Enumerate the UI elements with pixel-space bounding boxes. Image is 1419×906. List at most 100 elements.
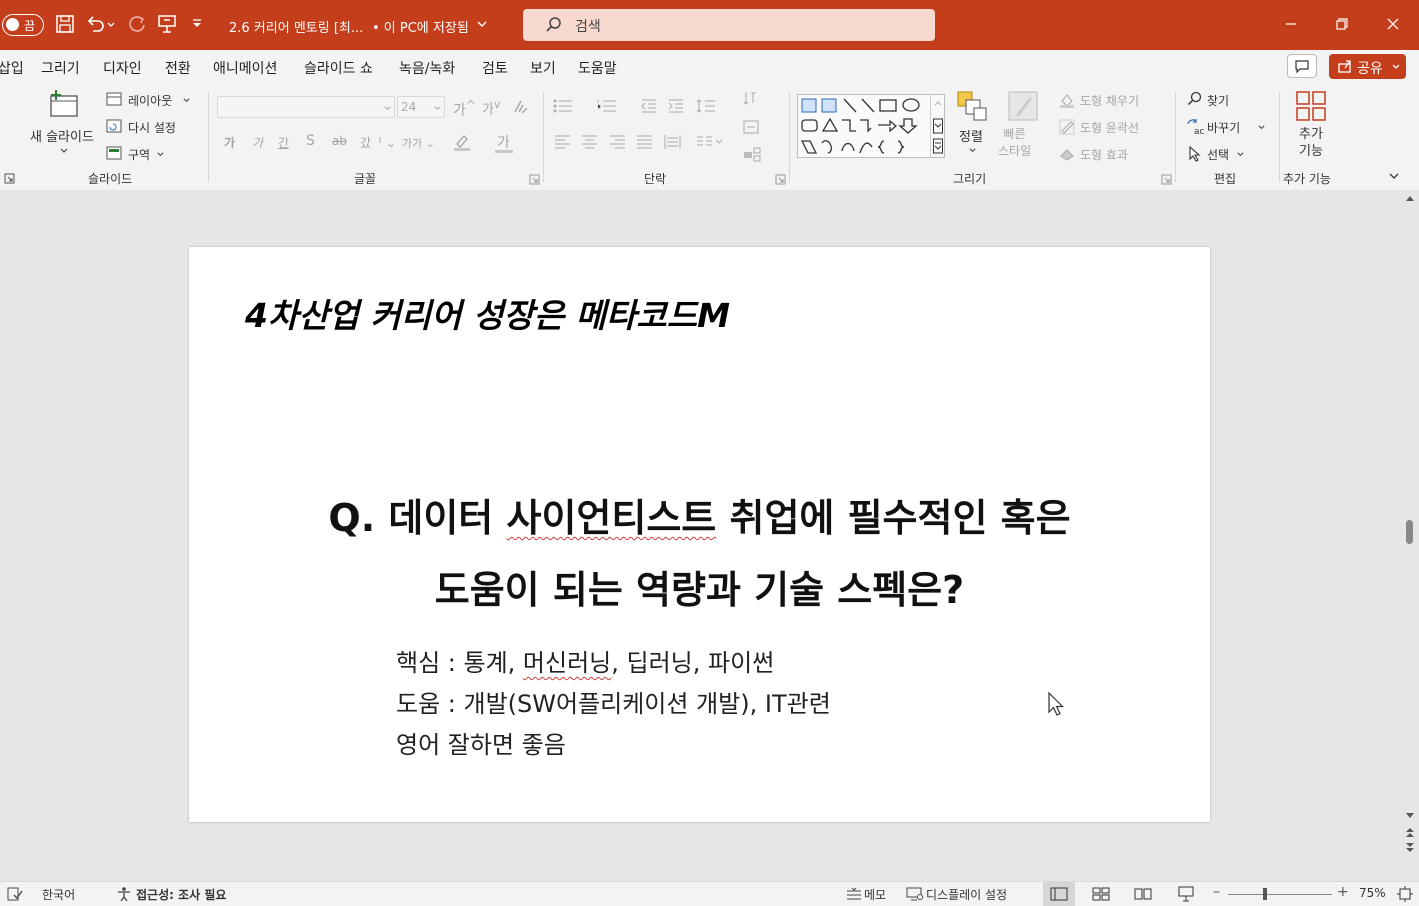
text-direction-icon[interactable] [742, 90, 770, 108]
question-line-1[interactable]: Q. 데이터 사이언티스트 취업에 필수적인 혹은 [189, 487, 1210, 542]
notes-icon[interactable] [846, 887, 862, 901]
zoom-in-button[interactable]: + [1337, 884, 1349, 900]
shape-fill-label[interactable]: 도형 채우기 [1080, 92, 1139, 109]
font-color-icon[interactable]: 가 [497, 132, 510, 152]
dialog-launcher-icon[interactable] [4, 173, 15, 184]
numbering-icon[interactable] [596, 98, 618, 114]
bullets-icon[interactable] [552, 98, 574, 114]
text-shadow-icon[interactable]: S [306, 133, 315, 149]
italic-icon[interactable]: 가 [252, 134, 263, 151]
question-line-2[interactable]: 도움이 되는 역량과 기술 스펙은? [189, 559, 1210, 614]
font-name-combo[interactable] [217, 96, 395, 118]
search-box[interactable]: 검색 [523, 9, 935, 41]
scroll-up-icon[interactable] [1405, 194, 1415, 204]
autosave-toggle[interactable]: 끔 [2, 14, 44, 36]
tab-slide-show[interactable]: 슬라이드 쇼 [304, 58, 373, 78]
notes-button[interactable]: 메모 [864, 886, 886, 903]
change-case-icon[interactable]: 가가 ⌄ [402, 135, 435, 151]
next-slide-icon[interactable] [1404, 842, 1416, 854]
shapes-gallery[interactable] [797, 94, 945, 158]
body-line-help[interactable]: 도움 : 개발(SW어플리케이션 개발), IT관련 [396, 684, 831, 719]
replace-button[interactable]: 바꾸기 [1207, 119, 1240, 136]
align-text-icon[interactable] [742, 118, 770, 136]
zoom-out-button[interactable]: – [1213, 884, 1220, 900]
shape-effects-icon[interactable] [1059, 146, 1075, 162]
layout-dropdown-icon[interactable] [182, 96, 191, 105]
customize-toolbar-icon[interactable] [190, 13, 204, 35]
slide[interactable]: 4차산업 커리어 성장은 메타코드M Q. 데이터 사이언티스트 취업에 필수적… [189, 247, 1210, 822]
reset-button[interactable]: 다시 설정 [128, 119, 176, 136]
select-button[interactable]: 선택 [1207, 146, 1229, 163]
display-settings-button[interactable]: 디스플레이 설정 [926, 886, 1007, 903]
language-status[interactable]: 한국어 [42, 886, 75, 903]
shape-effects-label[interactable]: 도형 효과 [1080, 146, 1128, 163]
smartart-icon[interactable] [742, 146, 770, 164]
vertical-scrollbar[interactable] [1401, 190, 1419, 881]
undo-dropdown-icon[interactable] [106, 13, 116, 35]
restore-icon[interactable] [1330, 12, 1354, 36]
clear-formatting-icon[interactable] [511, 98, 529, 116]
fit-to-window-icon[interactable] [1397, 886, 1413, 902]
tab-insert[interactable]: 삽입 [0, 58, 24, 78]
previous-slide-icon[interactable] [1404, 826, 1416, 838]
normal-view-icon[interactable] [1050, 887, 1068, 901]
body-line-english[interactable]: 영어 잘하면 좋음 [396, 725, 566, 760]
font-dialog-launcher-icon[interactable] [529, 174, 540, 185]
line-spacing-icon[interactable] [695, 98, 723, 114]
accessibility-status[interactable]: 접근성: 조사 필요 [136, 886, 226, 903]
gallery-scroll[interactable] [930, 95, 945, 157]
grow-font-icon[interactable]: 가^ [453, 98, 476, 120]
align-left-icon[interactable] [554, 134, 572, 150]
bold-icon[interactable]: 가 [224, 134, 235, 151]
strikethrough-icon[interactable]: ab [332, 134, 347, 148]
justify-icon[interactable] [636, 134, 654, 150]
paragraph-dialog-launcher-icon[interactable] [775, 174, 786, 185]
undo-icon[interactable] [84, 13, 106, 35]
shape-outline-label[interactable]: 도형 윤곽선 [1080, 119, 1139, 136]
chevron-down-icon[interactable] [476, 18, 488, 30]
new-slide-label[interactable]: 새 슬라이드 [30, 126, 94, 145]
save-icon[interactable] [54, 13, 76, 35]
find-icon[interactable] [1187, 91, 1203, 107]
zoom-slider-thumb[interactable] [1263, 888, 1267, 900]
add-ins-button[interactable]: 추가 기능 [1299, 126, 1323, 160]
reading-view-icon[interactable] [1134, 887, 1152, 901]
replace-dropdown-icon[interactable] [1257, 123, 1266, 132]
find-button[interactable]: 찾기 [1207, 92, 1229, 109]
shape-outline-icon[interactable] [1059, 119, 1075, 135]
display-settings-icon[interactable] [906, 887, 924, 901]
quick-styles-label[interactable]: 빠른 스타일 [998, 126, 1031, 160]
shape-fill-icon[interactable] [1059, 92, 1075, 108]
zoom-slider[interactable] [1228, 894, 1332, 895]
body-line-core[interactable]: 핵심 : 통계, 머신러닝, 딥러닝, 파이썬 [396, 643, 774, 678]
spelling-check-icon[interactable] [7, 887, 23, 901]
add-ins-icon[interactable] [1295, 90, 1327, 122]
character-spacing-icon[interactable]: 갔ᅵ ⌄ [360, 134, 396, 151]
highlight-icon[interactable] [452, 132, 472, 152]
slide-header-text[interactable]: 4차산업 커리어 성장은 메타코드M [245, 289, 730, 337]
columns-icon[interactable] [696, 134, 724, 150]
redo-icon[interactable] [126, 13, 148, 35]
arrange-label[interactable]: 정렬 [959, 126, 983, 145]
zoom-level[interactable]: 75% [1359, 886, 1386, 900]
slide-show-icon[interactable] [1177, 886, 1195, 902]
select-dropdown-icon[interactable] [1236, 150, 1245, 159]
replace-icon[interactable]: ac [1186, 118, 1204, 136]
tab-draw[interactable]: 그리기 [41, 58, 80, 78]
scroll-thumb[interactable] [1406, 520, 1413, 544]
quick-styles-icon[interactable] [1007, 90, 1039, 122]
slide-sorter-icon[interactable] [1092, 887, 1110, 901]
tab-record[interactable]: 녹음/녹화 [399, 58, 455, 78]
tab-help[interactable]: 도움말 [578, 58, 617, 78]
close-icon[interactable] [1381, 12, 1405, 36]
tab-animations[interactable]: 애니메이션 [213, 58, 277, 78]
font-size-combo[interactable]: 24 [397, 96, 445, 118]
distributed-icon[interactable] [664, 134, 682, 150]
arrange-dropdown-icon[interactable] [968, 146, 977, 155]
shrink-font-icon[interactable]: 가v [482, 98, 500, 117]
presentation-icon[interactable] [156, 13, 178, 35]
section-dropdown-icon[interactable] [156, 150, 165, 159]
minimize-icon[interactable] [1279, 12, 1303, 36]
tab-design[interactable]: 디자인 [103, 58, 142, 78]
collapse-ribbon-icon[interactable] [1388, 170, 1400, 182]
